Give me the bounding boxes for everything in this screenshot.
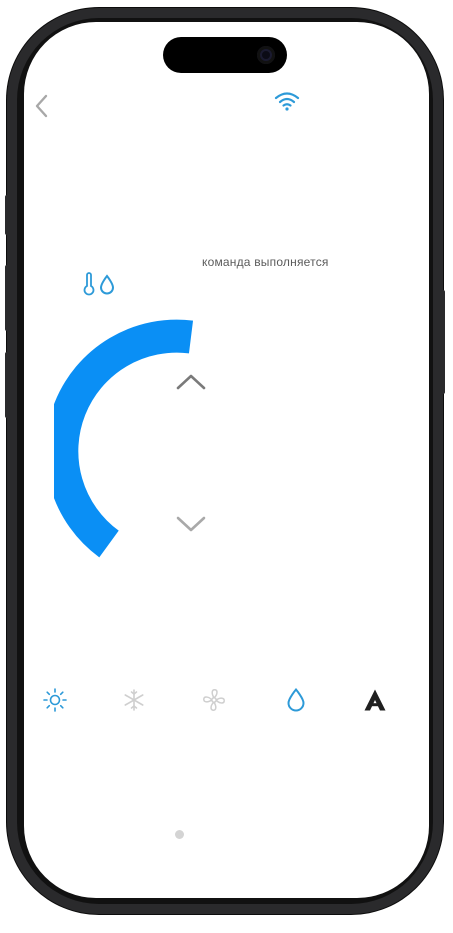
- chevron-down-icon: [176, 516, 206, 532]
- wifi-status[interactable]: [274, 90, 300, 112]
- sun-icon: [43, 688, 67, 712]
- power-button: [440, 290, 445, 394]
- snowflake-icon: [124, 689, 144, 711]
- action-button: [5, 195, 10, 235]
- droplet-icon: [99, 274, 115, 295]
- mode-dry-button[interactable]: [280, 684, 312, 716]
- command-status-text: команда выполняется: [202, 255, 329, 269]
- chevron-up-icon: [176, 374, 206, 390]
- level-dial[interactable]: [54, 317, 194, 567]
- camera-icon: [257, 46, 275, 64]
- mode-auto-button[interactable]: [359, 684, 391, 716]
- volume-down-button: [5, 352, 10, 418]
- mode-cool-button[interactable]: [118, 684, 150, 716]
- level-arc: [54, 319, 194, 558]
- wifi-icon: [274, 92, 300, 111]
- thermometer-icon: [83, 272, 95, 296]
- decrease-button[interactable]: [174, 512, 208, 536]
- mode-heat-button[interactable]: [39, 684, 71, 716]
- auto-icon: [364, 689, 386, 711]
- mode-indicators: [82, 272, 122, 296]
- page-indicator: [175, 830, 184, 839]
- droplet-icon: [287, 687, 305, 712]
- dynamic-island: [163, 37, 287, 73]
- fan-icon: [203, 689, 225, 711]
- increase-button[interactable]: [174, 370, 208, 394]
- mode-fan-button[interactable]: [198, 684, 230, 716]
- back-button[interactable]: [30, 92, 54, 120]
- volume-up-button: [5, 265, 10, 331]
- chevron-left-icon: [35, 94, 48, 118]
- app-screen: команда выполняется: [24, 22, 429, 898]
